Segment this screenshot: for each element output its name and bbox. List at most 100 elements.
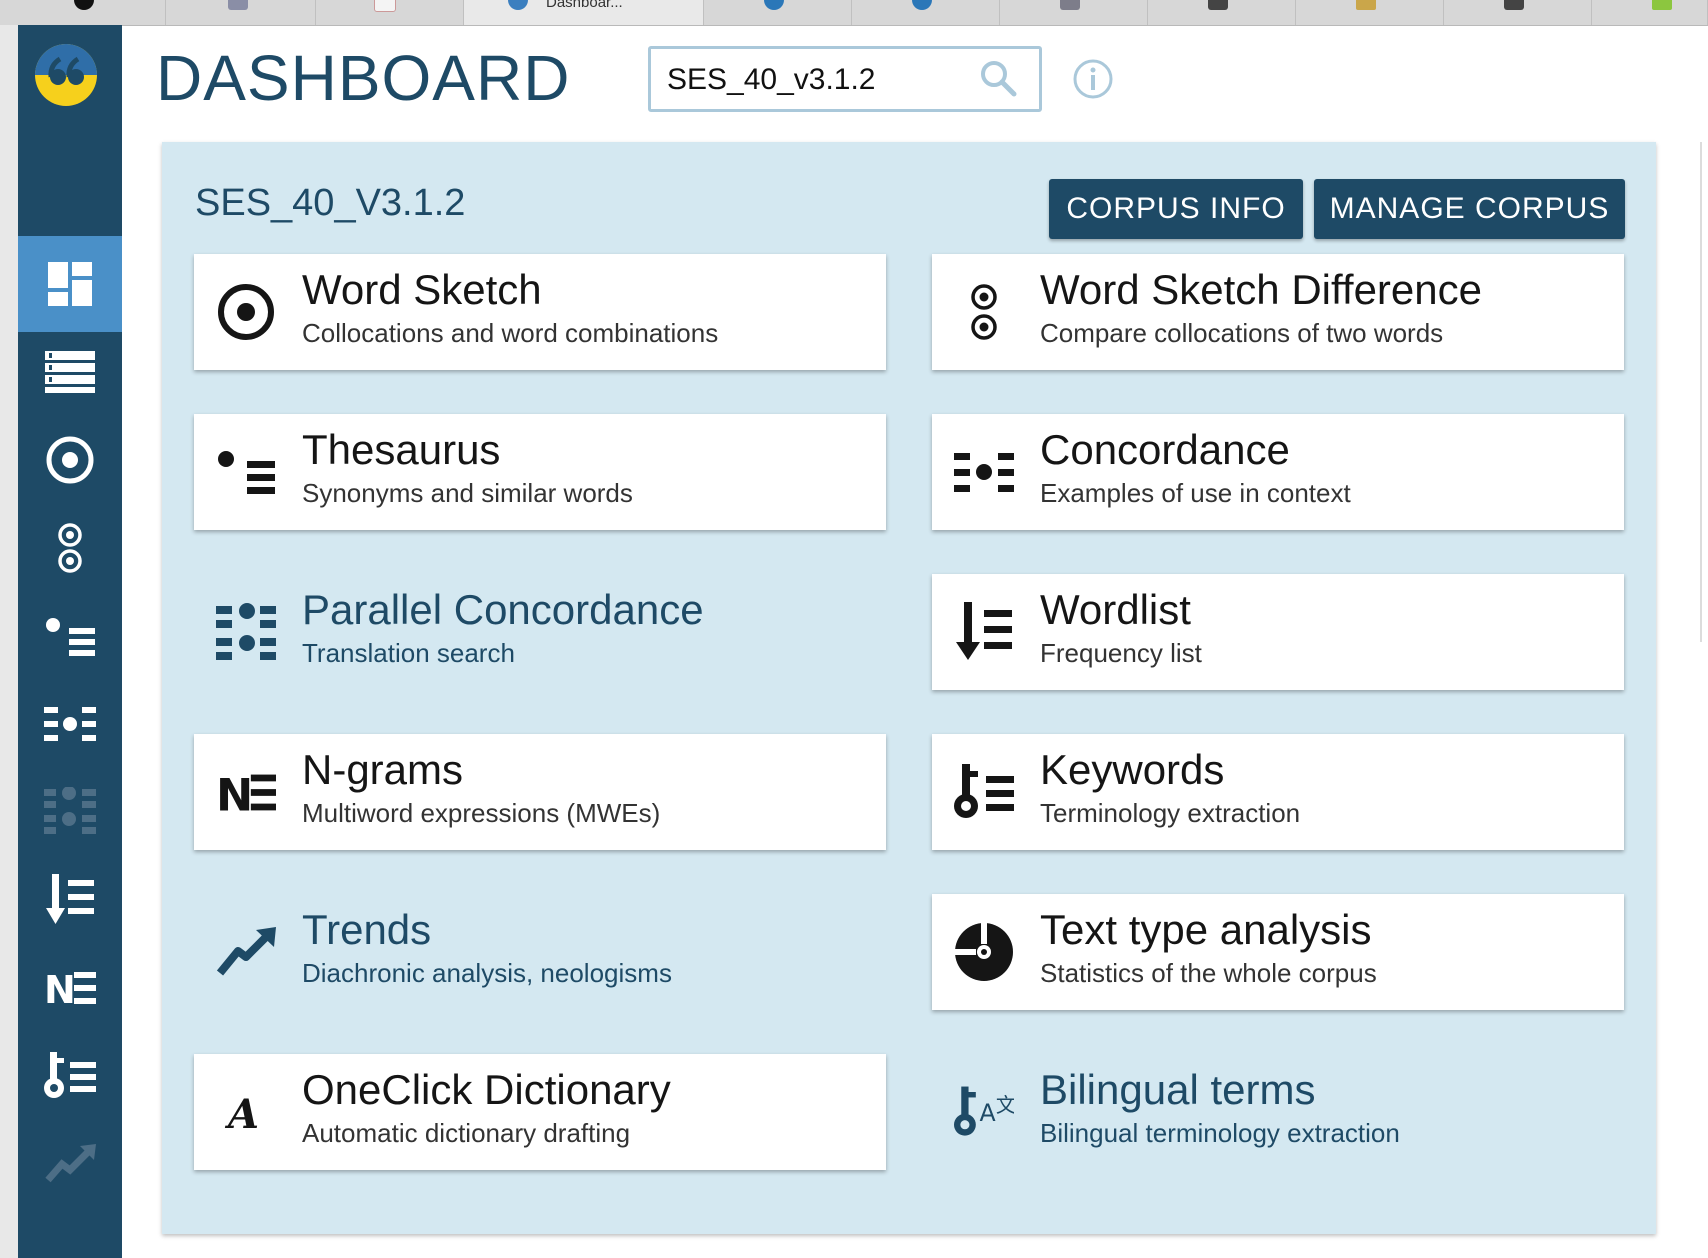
window-left-edge [0,25,18,1258]
tool-card-word-sketch[interactable]: Word Sketch Collocations and word combin… [194,254,886,370]
tab-favicon [1356,0,1376,10]
browser-tab[interactable] [166,0,316,25]
list-icon [45,351,95,393]
sidebar-item-trends[interactable] [18,1116,122,1212]
tool-card-keywords[interactable]: Keywords Terminology extraction [932,734,1624,850]
thesaurus-icon [46,618,95,656]
tool-card-wordlist[interactable]: Wordlist Frequency list [932,574,1624,690]
tool-title: Text type analysis [1040,906,1372,953]
browser-tab[interactable] [1592,0,1708,25]
tab-favicon [374,0,396,12]
tab-favicon [228,0,248,10]
sidebar-item-keywords[interactable] [18,1028,122,1124]
sidebar-item-word-sketch[interactable] [18,412,122,508]
browser-tab[interactable] [0,0,166,25]
svg-text:A: A [224,1091,259,1134]
tool-title: Word Sketch Difference [1040,266,1482,313]
browser-tab[interactable] [1000,0,1148,25]
dashboard-panel: SES_40_V3.1.2 CORPUS INFO MANAGE CORPUS … [162,142,1656,1234]
sidebar-item-concordance[interactable] [18,676,122,772]
sidebar-item-ngrams[interactable]: N [18,940,122,1036]
wordpress-favicon [912,0,932,10]
tool-card-parallel-concordance[interactable]: Parallel Concordance Translation search [194,574,886,690]
tool-subtitle: Compare collocations of two words [1040,318,1444,348]
concordance-icon [44,707,96,741]
browser-tab[interactable] [852,0,1000,25]
tab-favicon [1504,0,1524,10]
trends-icon [45,1144,96,1183]
wordlist-icon [954,602,1014,662]
tab-favicon [508,0,528,10]
tool-subtitle: Automatic dictionary drafting [302,1118,631,1148]
tool-subtitle: Multiword expressions (MWEs) [302,798,661,828]
browser-tab-strip: Dashboar... [0,0,1708,26]
trends-icon [216,922,276,982]
search-icon[interactable] [979,59,1017,97]
tab-favicon [74,0,94,10]
browser-tab[interactable] [704,0,852,25]
thesaurus-icon [216,442,276,502]
tool-subtitle: Diachronic analysis, neologisms [302,958,672,988]
scroll-edge [1700,142,1708,642]
info-icon[interactable] [1072,58,1114,100]
sidebar-item-thesaurus[interactable] [18,588,122,684]
wordlist-icon [46,874,94,924]
tool-card-text-type-analysis[interactable]: Text type analysis Statistics of the who… [932,894,1624,1010]
tool-card-word-sketch-difference[interactable]: Word Sketch Difference Compare collocati… [932,254,1624,370]
tool-card-thesaurus[interactable]: Thesaurus Synonyms and similar words [194,414,886,530]
sidebar: N [18,25,122,1258]
tool-title: Keywords [1040,746,1225,793]
tab-label: Dashboar... [546,0,623,11]
bilingual-terms-icon: A文 [954,1082,1014,1142]
browser-tab[interactable] [1296,0,1444,25]
sidebar-item-parallel-concordance[interactable] [18,764,122,860]
sidebar-item-dashboard[interactable] [18,236,122,332]
sidebar-item-corpus-list[interactable] [18,324,122,420]
tool-subtitle: Terminology extraction [1040,798,1301,828]
tool-subtitle: Synonyms and similar words [302,478,633,508]
corpus-name: SES_40_V3.1.2 [195,182,466,224]
word-sketch-difference-icon [58,523,82,573]
word-sketch-icon [216,282,276,342]
tool-title: Trends [302,906,432,953]
tool-card-bilingual-terms[interactable]: A文 Bilingual terms Bilingual terminology… [932,1054,1624,1170]
tool-title: Wordlist [1040,586,1191,633]
parallel-concordance-icon [216,602,276,662]
tool-title: Bilingual terms [1040,1066,1316,1113]
tool-subtitle: Bilingual terminology extraction [1040,1118,1400,1148]
tool-subtitle: Statistics of the whole corpus [1040,958,1377,988]
tool-card-oneclick-dictionary[interactable]: A OneClick Dictionary Automatic dictiona… [194,1054,886,1170]
keywords-icon [954,762,1014,822]
svg-text:N: N [44,970,76,1006]
tool-title: OneClick Dictionary [302,1066,671,1113]
tab-favicon [1652,0,1672,10]
tool-title: Word Sketch [302,266,542,313]
sidebar-item-wordlist[interactable] [18,852,122,948]
text-type-analysis-icon [954,922,1014,982]
browser-tab[interactable] [1444,0,1592,25]
keywords-icon [44,1052,96,1098]
svg-text:文: 文 [996,1093,1014,1117]
tab-favicon [1208,0,1228,10]
corpus-search-input[interactable] [665,57,969,103]
tool-card-concordance[interactable]: Concordance Examples of use in context [932,414,1624,530]
svg-text:N: N [216,771,253,813]
corpus-search-box[interactable] [648,46,1042,112]
ngrams-icon: N [44,970,96,1006]
tool-subtitle: Frequency list [1040,638,1202,668]
corpus-info-button[interactable]: CORPUS INFO [1049,179,1303,239]
browser-tab[interactable] [316,0,464,25]
tool-card-trends[interactable]: Trends Diachronic analysis, neologisms [194,894,886,1010]
concordance-icon [954,442,1014,502]
tool-title: Thesaurus [302,426,501,473]
browser-tab[interactable] [1148,0,1296,25]
page-title: DASHBOARD [156,42,571,114]
parallel-concordance-icon [44,787,96,834]
word-sketch-icon [46,436,94,484]
sidebar-item-word-sketch-difference[interactable] [18,500,122,596]
browser-tab-active[interactable]: Dashboar... [464,0,704,25]
tool-card-ngrams[interactable]: N N-grams Multiword expressions (MWEs) [194,734,886,850]
tab-favicon [1060,0,1080,10]
manage-corpus-button[interactable]: MANAGE CORPUS [1314,179,1625,239]
app-logo-icon[interactable] [34,43,98,107]
